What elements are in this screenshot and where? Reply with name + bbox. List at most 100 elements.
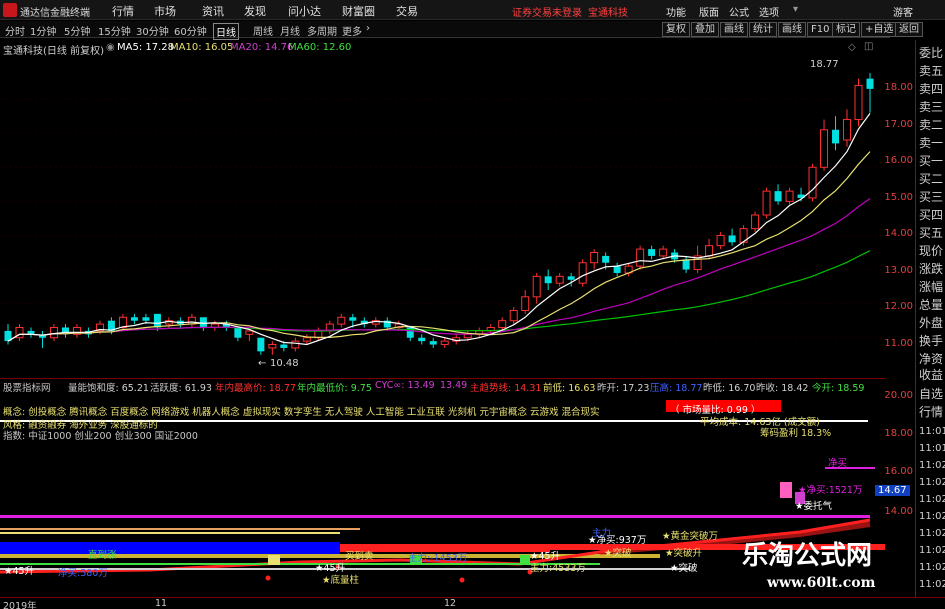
- high-annotation: 18.77: [810, 59, 839, 70]
- candle-body: [418, 337, 426, 342]
- candle-body: [590, 252, 599, 264]
- signal-label: 主力: [592, 528, 612, 539]
- candle-body: [521, 296, 530, 311]
- period-30min[interactable]: 30分钟: [136, 23, 169, 38]
- menu-zixun[interactable]: 资讯: [202, 3, 224, 19]
- indicator-tick: 14.00: [884, 506, 913, 517]
- indicator-tick: 18.00: [884, 428, 913, 439]
- period-more[interactable]: 更多: [342, 23, 362, 38]
- candle-body: [854, 84, 863, 121]
- menu-caifuquan[interactable]: 财富圈: [342, 3, 375, 19]
- signal-label: 主力:4533万: [530, 563, 586, 574]
- period-fenshi[interactable]: 分时: [5, 23, 25, 38]
- drawline-button[interactable]: 画线: [778, 22, 806, 37]
- f10-button[interactable]: F10: [807, 22, 834, 37]
- time-item: 11:02: [919, 545, 945, 556]
- candle-body: [751, 214, 760, 230]
- signal-label: 直到涨: [88, 550, 117, 561]
- guest-label[interactable]: 游客: [893, 4, 913, 19]
- fuquan-button[interactable]: 复权: [662, 22, 690, 37]
- candle-body: [832, 129, 840, 144]
- chevron-right-icon[interactable]: ›: [366, 23, 370, 34]
- window-icon[interactable]: ◫: [864, 41, 873, 52]
- indicator-tick: 20.00: [884, 390, 913, 401]
- add-watchlist-button[interactable]: +自选: [861, 22, 898, 37]
- arrow-left-icon: ←: [258, 358, 266, 369]
- candle-body: [613, 266, 621, 273]
- time-item: 11:02: [919, 460, 945, 471]
- candle-body: [280, 344, 288, 348]
- menu-shichang[interactable]: 市场: [154, 3, 176, 19]
- candle-body: [234, 327, 242, 338]
- price-tick: 13.00: [884, 265, 913, 276]
- time-item: 11:02: [919, 562, 945, 573]
- candle-body: [257, 337, 265, 352]
- indicator-bar: 股票指标网 量能饱和度: 65.21 活跃度: 61.93 年内最高价: 18.…: [0, 378, 885, 394]
- menu-gongneng[interactable]: 功能: [666, 4, 686, 19]
- mark-button[interactable]: 标记: [832, 22, 860, 37]
- period-15min[interactable]: 15分钟: [98, 23, 131, 38]
- price-axis: 18.00 17.00 16.00 15.00 14.00 13.00 12.0…: [884, 55, 915, 375]
- stats-button[interactable]: 统计: [749, 22, 777, 37]
- candle-body: [245, 330, 254, 335]
- current-value-tag: 14.67: [875, 485, 910, 496]
- period-5min[interactable]: 5分钟: [64, 23, 90, 38]
- price-tick: 12.00: [884, 301, 913, 312]
- volume-bar: [780, 482, 792, 498]
- quote-label: 卖三: [919, 100, 944, 114]
- watermark-name: 乐淘公式网: [742, 541, 873, 571]
- period-1min[interactable]: 1分钟: [30, 23, 56, 38]
- menu-jiaoyi[interactable]: 交易: [396, 3, 418, 19]
- volume-bar: [268, 555, 280, 565]
- signal-label: ★黄金突破万: [662, 531, 719, 542]
- quote-label: 买二: [919, 172, 944, 186]
- period-60min[interactable]: 60分钟: [174, 23, 207, 38]
- period-weekly[interactable]: 周线: [253, 23, 273, 38]
- quote-label: 涨幅: [919, 280, 944, 294]
- menu-gongshi[interactable]: 公式: [729, 4, 749, 19]
- quote-label[interactable]: 委比: [919, 44, 943, 63]
- menu-xuanxiang[interactable]: 选项: [759, 4, 779, 19]
- side-tab-watchlist[interactable]: 自选: [919, 385, 943, 404]
- kline-chart[interactable]: 18.77 10.48 ←: [0, 55, 885, 375]
- menu-hangqing[interactable]: 行情: [112, 3, 134, 19]
- current-stock-name: 宝通科技: [588, 8, 628, 19]
- trade-login-alert[interactable]: 证券交易未登录: [512, 4, 582, 19]
- index-row: 指数: 中证1000 创业200 创业300 国证2000: [3, 431, 198, 442]
- quote-label: 收益: [919, 368, 944, 382]
- side-panel-2: 自选 行情 11:01 11:01 11:02 11:02 11:02 11:0…: [915, 385, 945, 598]
- candle-body: [314, 330, 323, 339]
- menu-banmian[interactable]: 版面: [699, 4, 719, 19]
- period-multi[interactable]: 多周期: [307, 23, 337, 38]
- draw-button[interactable]: 画线: [720, 22, 748, 37]
- time-item: 11:01: [919, 426, 945, 437]
- period-daily[interactable]: 日线: [213, 23, 239, 40]
- menu-more-icon[interactable]: ▾: [793, 4, 798, 15]
- menu-faxian[interactable]: 发现: [244, 3, 266, 19]
- candle-body: [429, 341, 437, 345]
- mood-label: ★委托气: [795, 501, 833, 512]
- candle-body: [648, 249, 656, 256]
- low-annotation: 10.48: [270, 358, 299, 369]
- overlay-button[interactable]: 叠加: [691, 22, 719, 37]
- candle-body: [130, 317, 138, 321]
- yellow-line: [0, 532, 340, 534]
- quote-label: 涨跌: [919, 262, 944, 276]
- candle-body: [705, 245, 714, 257]
- candle-body: [762, 190, 771, 216]
- candle-body: [268, 344, 277, 349]
- period-monthly[interactable]: 月线: [280, 23, 300, 38]
- candle-body: [440, 340, 449, 346]
- back-button[interactable]: 返回: [895, 22, 923, 37]
- net-buy-label: 净买: [828, 458, 848, 469]
- net-buy-label-2: ★净买:1521万: [798, 485, 863, 496]
- menu-wenxiaoda[interactable]: 问小达: [288, 3, 321, 19]
- quote-label: 卖五: [919, 64, 944, 78]
- time-item: 11:02: [919, 477, 945, 488]
- side-tab-quote[interactable]: 行情: [919, 403, 943, 422]
- candle-body: [463, 333, 472, 339]
- settings-gear-icon[interactable]: ◉: [106, 42, 115, 53]
- dot: [459, 577, 465, 583]
- candle-body: [682, 259, 690, 270]
- candle-body: [49, 327, 58, 339]
